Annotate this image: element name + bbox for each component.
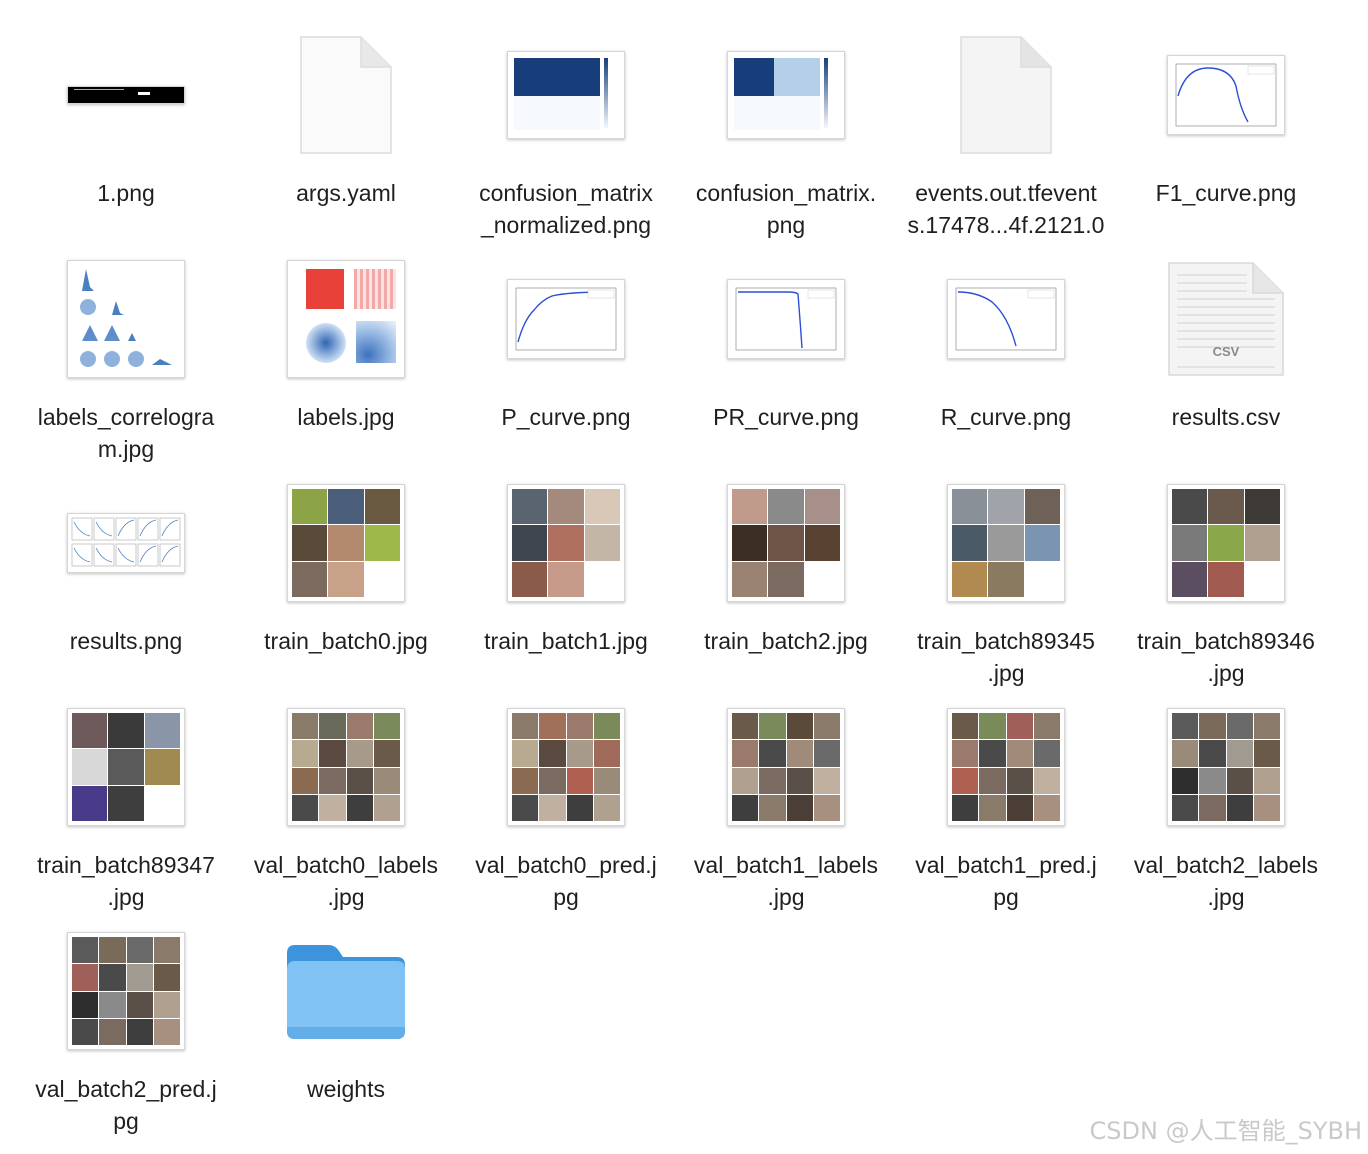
file-name: results.csv [1171,404,1281,430]
image-thumbnail [16,468,236,618]
document-icon [896,20,1116,170]
image-thumbnail [16,20,236,170]
file-name: PR_curve.png [713,404,859,430]
csv-badge: CSV [1212,344,1240,359]
file-name: train_batch89345 .jpg [917,628,1095,686]
image-thumbnail [1116,692,1336,842]
document-icon [236,20,456,170]
file-name: confusion_matrix _normalized.png [479,180,653,238]
image-thumbnail [236,692,456,842]
file-item[interactable]: train_batch1.jpg [456,468,676,692]
image-thumbnail [456,468,676,618]
image-thumbnail [676,244,896,394]
file-name: val_batch1_pred.j pg [915,852,1097,910]
file-name: events.out.tfevent s.17478...4f.2121.0 [907,180,1105,238]
file-item[interactable]: weights [236,916,456,1140]
file-name: val_batch0_labels .jpg [253,852,439,910]
image-thumbnail [456,20,676,170]
image-thumbnail [456,692,676,842]
file-name: val_batch2_pred.j pg [35,1076,217,1134]
image-thumbnail [896,468,1116,618]
file-item[interactable]: events.out.tfevent s.17478...4f.2121.0 [896,20,1116,244]
file-name: F1_curve.png [1155,180,1297,206]
image-thumbnail [236,244,456,394]
file-item[interactable]: val_batch2_pred.j pg [16,916,236,1140]
file-item[interactable]: CSV results.csv [1116,244,1336,468]
image-thumbnail [896,692,1116,842]
file-name: val_batch2_labels .jpg [1133,852,1319,910]
file-item[interactable]: val_batch1_pred.j pg [896,692,1116,916]
image-thumbnail [1116,20,1336,170]
file-item[interactable]: R_curve.png [896,244,1116,468]
file-name: weights [307,1076,385,1102]
file-name: val_batch0_pred.j pg [475,852,657,910]
file-item[interactable]: results.png [16,468,236,692]
image-thumbnail [896,244,1116,394]
image-thumbnail [676,20,896,170]
file-item[interactable]: labels.jpg [236,244,456,468]
folder-icon [236,916,456,1066]
file-name: confusion_matrix. png [695,180,877,238]
file-item[interactable]: labels_correlogra m.jpg [16,244,236,468]
file-name: results.png [69,628,183,654]
file-item[interactable]: PR_curve.png [676,244,896,468]
file-name: train_batch89347 .jpg [37,852,215,910]
file-name: train_batch2.jpg [704,628,868,654]
file-name: args.yaml [296,180,396,206]
file-name: train_batch0.jpg [264,628,428,654]
file-name: train_batch1.jpg [484,628,648,654]
file-item[interactable]: P_curve.png [456,244,676,468]
file-item[interactable]: args.yaml [236,20,456,244]
image-thumbnail [16,244,236,394]
file-item[interactable]: train_batch89346 .jpg [1116,468,1336,692]
file-item[interactable]: val_batch0_labels .jpg [236,692,456,916]
file-item[interactable]: train_batch89347 .jpg [16,692,236,916]
file-item[interactable]: 1.png [16,20,236,244]
file-name: P_curve.png [501,404,631,430]
file-item[interactable]: train_batch0.jpg [236,468,456,692]
image-thumbnail [236,468,456,618]
image-thumbnail [676,468,896,618]
file-name: labels.jpg [297,404,395,430]
watermark: CSDN @人工智能_SYBH [1089,1117,1362,1145]
file-item[interactable]: val_batch0_pred.j pg [456,692,676,916]
file-item[interactable]: train_batch89345 .jpg [896,468,1116,692]
file-item[interactable]: F1_curve.png [1116,20,1336,244]
file-name: train_batch89346 .jpg [1137,628,1315,686]
image-thumbnail [16,692,236,842]
image-thumbnail [16,916,236,1066]
csv-icon [1116,244,1336,394]
image-thumbnail [676,692,896,842]
image-thumbnail [456,244,676,394]
file-name: 1.png [97,180,155,206]
file-name: val_batch1_labels .jpg [693,852,879,910]
file-item[interactable]: train_batch2.jpg [676,468,896,692]
file-item[interactable]: val_batch2_labels .jpg [1116,692,1336,916]
file-item[interactable]: confusion_matrix. png [676,20,896,244]
file-item[interactable]: confusion_matrix _normalized.png [456,20,676,244]
image-thumbnail [1116,468,1336,618]
file-name: labels_correlogra m.jpg [37,404,215,462]
file-item[interactable]: val_batch1_labels .jpg [676,692,896,916]
file-name: R_curve.png [940,404,1072,430]
